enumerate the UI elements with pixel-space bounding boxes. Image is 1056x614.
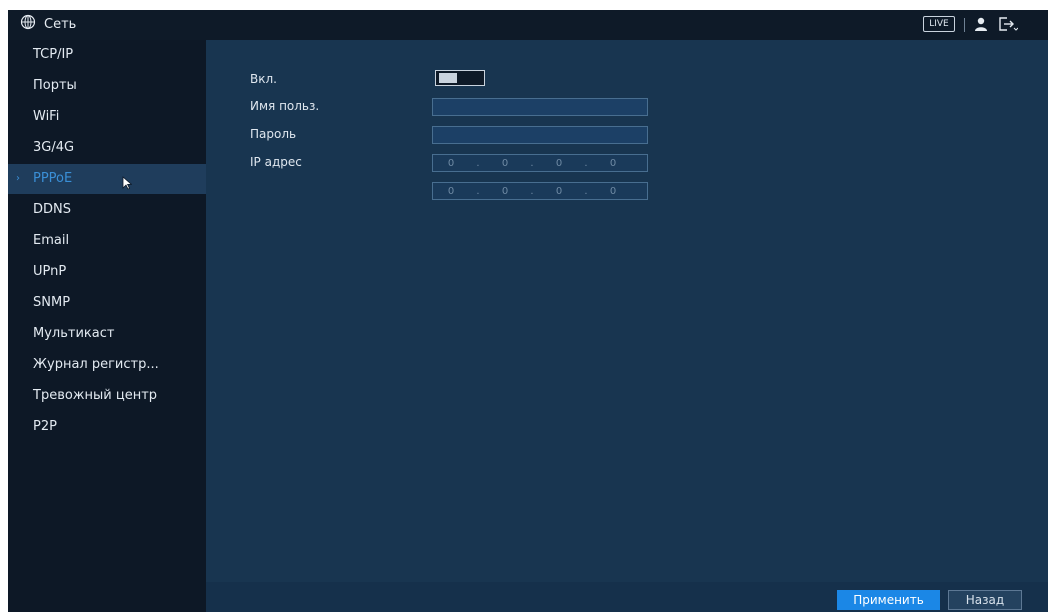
ip-address-field[interactable]: 0 . 0 . 0 . 0 (432, 154, 648, 172)
sidebar-item-alarm-center[interactable]: Тревожный центр (8, 381, 206, 411)
title-divider (964, 18, 965, 32)
sidebar-item-upnp[interactable]: UPnP (8, 257, 206, 287)
sidebar-item-register-log[interactable]: Журнал регистр... (8, 350, 206, 380)
sidebar-item-label: Мультикаст (33, 326, 115, 341)
sidebar: TCP/IP Порты WiFi 3G/4G › PPPoE DDNS Ema… (8, 40, 206, 612)
sidebar-item-pppoe[interactable]: › PPPoE (8, 164, 206, 194)
sidebar-item-label: SNMP (33, 295, 71, 310)
password-input[interactable] (432, 126, 648, 144)
ip-octet: 0 (501, 157, 509, 169)
window-title: Сеть (20, 14, 76, 34)
network-settings-window: Сеть LIVE TCP/IP Порты WiFi 3G/4G › PPPo… (8, 10, 1048, 612)
sidebar-item-label: 3G/4G (33, 140, 75, 155)
footer-bar: Применить Назад (206, 582, 1048, 612)
sidebar-item-multicast[interactable]: Мультикаст (8, 319, 206, 349)
ip-octet: 0 (555, 157, 563, 169)
sidebar-item-snmp[interactable]: SNMP (8, 288, 206, 318)
ip-octet: 0 (447, 185, 455, 197)
ip-octet: 0 (609, 157, 617, 169)
sidebar-item-label: Email (33, 233, 70, 248)
toggle-knob (439, 73, 457, 83)
username-label: Имя польз. (250, 99, 320, 113)
globe-icon (20, 14, 36, 34)
sidebar-item-label: Тревожный центр (33, 388, 158, 403)
ip-separator: . (476, 157, 480, 169)
sidebar-item-label: P2P (33, 419, 57, 434)
sidebar-item-3g4g[interactable]: 3G/4G (8, 133, 206, 163)
ip-separator: . (584, 157, 588, 169)
sidebar-item-p2p[interactable]: P2P (8, 412, 206, 442)
password-label: Пароль (250, 127, 297, 141)
sidebar-item-label: Журнал регистр... (33, 357, 159, 372)
pppoe-settings-panel: Вкл. Имя польз. Пароль IP адрес 0 . 0 . … (206, 40, 1048, 612)
ip-separator: . (530, 157, 534, 169)
sidebar-item-label: UPnP (33, 264, 67, 279)
ip-separator: . (476, 185, 480, 197)
ip-octet: 0 (609, 185, 617, 197)
ip-octet: 0 (555, 185, 563, 197)
live-button[interactable]: LIVE (923, 16, 955, 32)
sidebar-item-label: Порты (33, 78, 77, 93)
ip-separator: . (584, 185, 588, 197)
apply-button[interactable]: Применить (837, 590, 940, 610)
user-icon[interactable] (973, 16, 989, 36)
sidebar-item-ddns[interactable]: DDNS (8, 195, 206, 225)
enable-label: Вкл. (250, 72, 277, 86)
ip-address-label: IP адрес (250, 155, 302, 169)
ip-octet: 0 (501, 185, 509, 197)
sidebar-item-ports[interactable]: Порты (8, 71, 206, 101)
sidebar-item-label: PPPoE (33, 171, 73, 186)
page-title: Сеть (44, 16, 77, 32)
ip-separator: . (530, 185, 534, 197)
ip-address-field-secondary[interactable]: 0 . 0 . 0 . 0 (432, 182, 648, 200)
sidebar-item-label: DDNS (33, 202, 71, 217)
selected-arrow-icon: › (16, 173, 20, 184)
sidebar-item-email[interactable]: Email (8, 226, 206, 256)
enable-toggle[interactable] (435, 70, 485, 86)
sidebar-item-label: WiFi (33, 109, 60, 124)
back-button[interactable]: Назад (948, 590, 1022, 610)
sidebar-item-wifi[interactable]: WiFi (8, 102, 206, 132)
logout-icon[interactable] (998, 16, 1019, 36)
sidebar-item-tcpip[interactable]: TCP/IP (8, 40, 206, 70)
username-input[interactable] (432, 98, 648, 116)
sidebar-item-label: TCP/IP (33, 47, 74, 62)
title-bar: Сеть LIVE (8, 10, 1048, 40)
ip-octet: 0 (447, 157, 455, 169)
